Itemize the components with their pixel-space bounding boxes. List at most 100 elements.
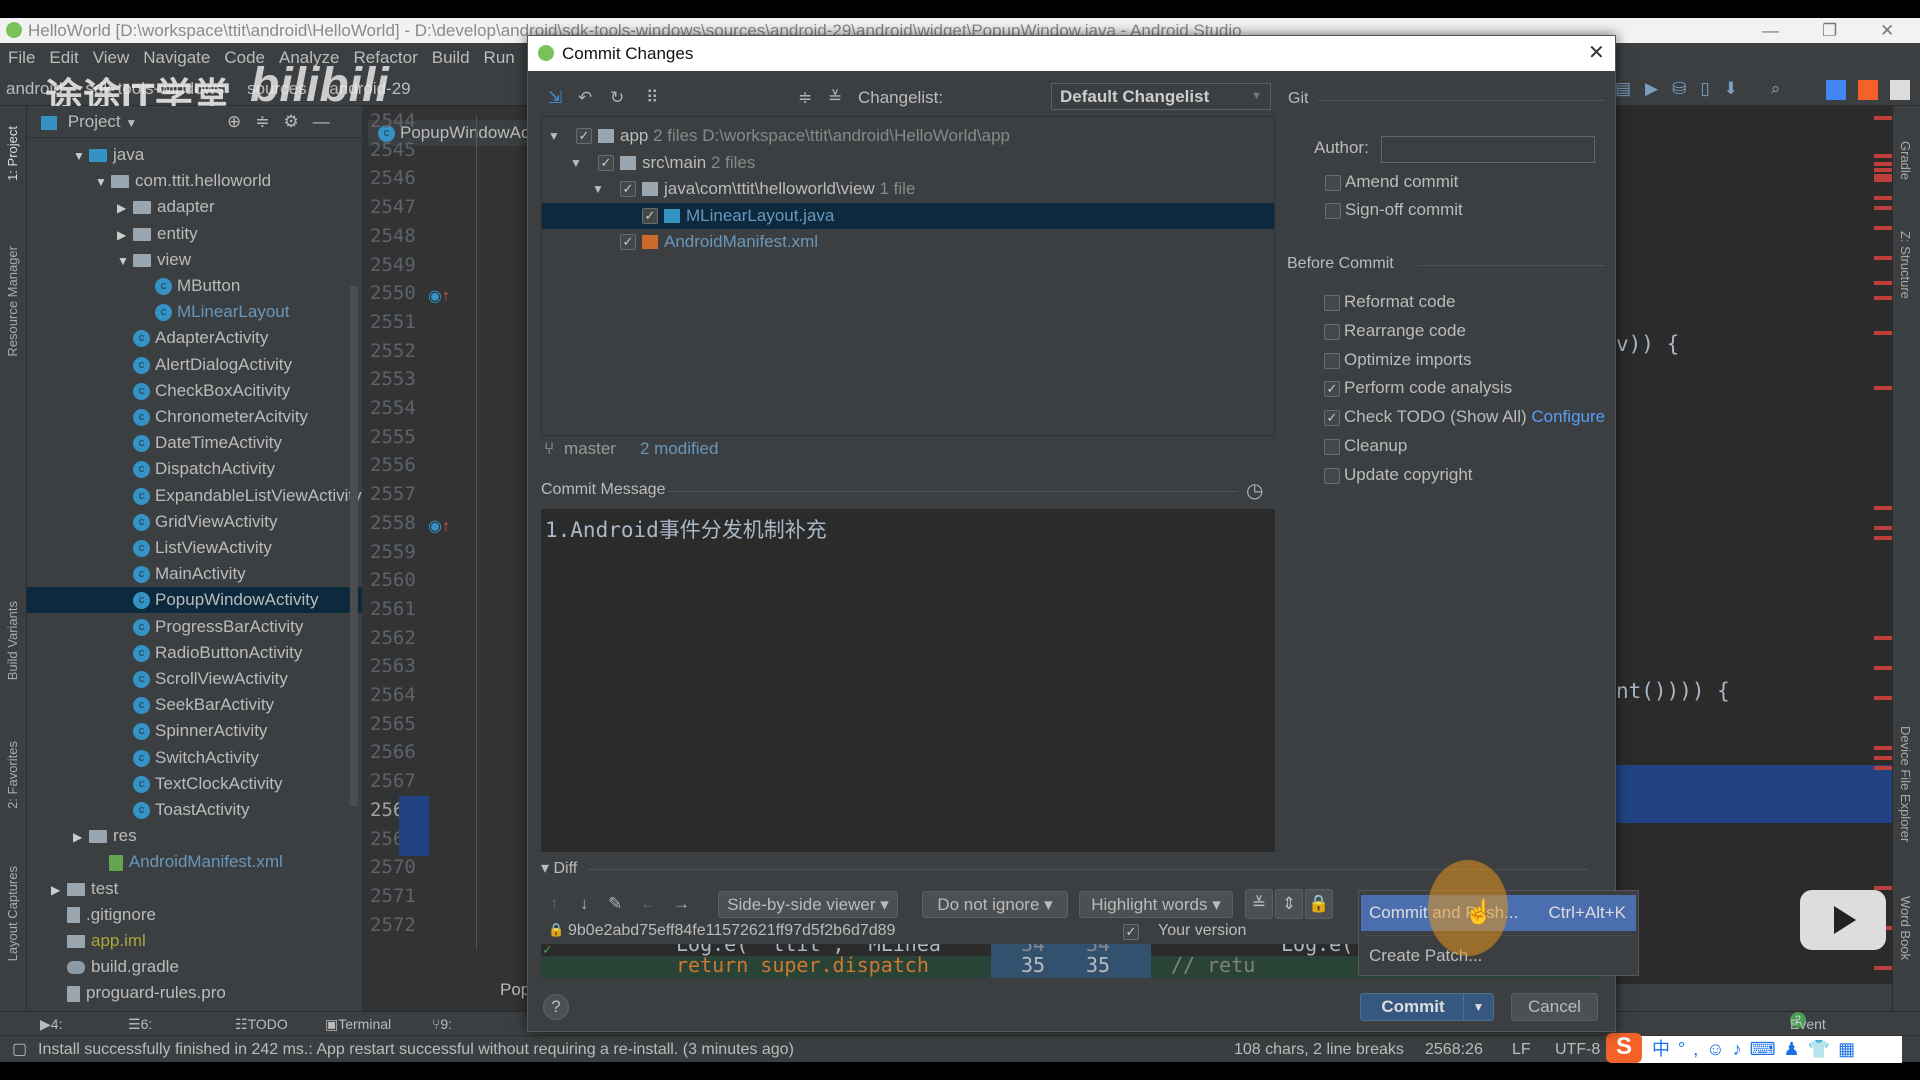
project-tree-item[interactable]: .gitignore (27, 902, 362, 928)
option-checkbox[interactable] (1324, 352, 1340, 369)
configure-link[interactable]: Configure (1531, 407, 1605, 426)
project-tree-item[interactable]: c ExpandableListViewActivity (27, 483, 362, 509)
error-stripe-mark[interactable] (1874, 636, 1892, 640)
option-checkbox[interactable] (1324, 323, 1340, 340)
commit-button[interactable]: Commit ▼ (1360, 993, 1494, 1021)
project-tree-item[interactable]: build.gradle (27, 954, 362, 980)
project-tree-item[interactable]: c ListViewActivity (27, 535, 362, 561)
dialog-close-icon[interactable]: ✕ (1588, 36, 1605, 71)
error-stripe-mark[interactable] (1874, 526, 1892, 530)
change-tree-item[interactable]: ▼ ✓ java\com\ttit\helloworld\view 1 file (542, 176, 1274, 202)
chevron-down-icon[interactable]: ▼ (570, 150, 582, 176)
chevron-down-icon[interactable]: ▼ (117, 248, 133, 273)
option-label[interactable]: Reformat code (1344, 292, 1456, 312)
include-checkbox[interactable]: ✓ (620, 181, 636, 198)
project-tree-item[interactable]: c SeekBarActivity (27, 692, 362, 718)
group-by-icon[interactable]: ⠿ (646, 88, 658, 108)
tool-terminal[interactable]: ▣ Terminal (325, 1012, 391, 1036)
project-tree-item[interactable]: ▼ view (27, 247, 362, 273)
chevron-right-icon[interactable]: ▶ (117, 222, 133, 247)
error-stripe-mark[interactable] (1874, 168, 1892, 172)
previous-file-icon[interactable]: ← (640, 894, 657, 914)
project-tree-item[interactable]: app.iml (27, 928, 362, 954)
tool-structure[interactable]: Z: Structure (1898, 231, 1913, 299)
error-stripe-mark[interactable] (1874, 162, 1892, 166)
chevron-right-icon[interactable]: ▶ (51, 877, 67, 902)
cancel-button[interactable]: Cancel (1511, 993, 1598, 1021)
project-tree-item[interactable]: c GridViewActivity (27, 509, 362, 535)
viewer-select[interactable]: Side-by-side viewer ▾ (718, 891, 898, 918)
ignore-select[interactable]: Do not ignore ▾ (922, 891, 1068, 918)
refresh-icon[interactable]: ↻ (610, 88, 624, 108)
project-tree-item[interactable]: c SpinnerActivity (27, 718, 362, 744)
error-stripe-mark[interactable] (1874, 536, 1892, 540)
error-stripe-mark[interactable] (1874, 966, 1892, 970)
edit-source-icon[interactable]: ✎ (608, 894, 622, 914)
change-tree-item[interactable]: ▼ ✓ src\main 2 files (542, 150, 1274, 176)
sync-scroll-icon[interactable]: ⇕ (1275, 889, 1303, 919)
option-checkbox[interactable]: ✓ (1324, 410, 1340, 427)
option-checkbox[interactable]: ✓ (1324, 381, 1340, 398)
error-stripe-mark[interactable] (1874, 196, 1892, 200)
option-label[interactable]: Rearrange code (1344, 321, 1466, 341)
commit-message-input[interactable]: 1.Android事件分发机制补充 (541, 509, 1275, 852)
chevron-down-icon[interactable]: ▼ (592, 176, 604, 202)
option-label[interactable]: Check TODO (Show All) Configure (1344, 407, 1605, 427)
project-tree-item[interactable]: ▶ res (27, 823, 362, 849)
option-label[interactable]: Update copyright (1344, 465, 1473, 485)
tool-todo[interactable]: ☷ TODO (235, 1012, 288, 1036)
close-window-icon[interactable]: ✕ (1880, 18, 1894, 43)
option-label[interactable]: Perform code analysis (1344, 378, 1512, 398)
error-stripe-mark[interactable] (1874, 746, 1892, 750)
minimize-icon[interactable]: — (1762, 18, 1779, 43)
project-tree-item[interactable]: c SwitchActivity (27, 745, 362, 771)
status-line-separator[interactable]: LF (1512, 1036, 1531, 1063)
override-marker-icon[interactable]: ◉↑ (428, 286, 450, 306)
option-label[interactable]: Sign-off commit (1345, 200, 1463, 220)
project-scrollbar[interactable] (350, 286, 358, 806)
show-diff-icon[interactable]: ⇲ (548, 88, 562, 108)
translate-icon[interactable] (1826, 80, 1846, 100)
status-message[interactable]: Install successfully finished in 242 ms.… (38, 1036, 794, 1063)
option-checkbox[interactable] (1324, 439, 1340, 455)
include-checkbox[interactable]: ✓ (620, 234, 636, 251)
error-stripe-mark[interactable] (1874, 178, 1892, 182)
project-tree-item[interactable]: c AlertDialogActivity (27, 352, 362, 378)
tool-logcat[interactable]: ☰ 6: Logcat (128, 1012, 183, 1056)
error-stripe-mark[interactable] (1874, 206, 1892, 210)
tool-version-control[interactable]: ⑂ 9: Version (432, 1012, 487, 1056)
status-position[interactable]: 2568:26 (1425, 1036, 1483, 1063)
collapse-all-icon[interactable]: ≚ (828, 88, 842, 108)
option-checkbox[interactable] (1324, 467, 1340, 484)
tool-device-file-explorer[interactable]: Device File Explorer (1898, 726, 1913, 842)
include-checkbox[interactable]: ✓ (576, 128, 592, 144)
project-tree-item[interactable]: c ProgressBarActivity (27, 614, 362, 640)
project-tree-item[interactable]: ▼ java (27, 142, 362, 168)
error-stripe-mark[interactable] (1874, 331, 1892, 335)
error-stripe-mark[interactable] (1874, 296, 1892, 300)
override-marker-icon[interactable]: ◉↑ (428, 516, 450, 536)
help-button[interactable]: ? (543, 994, 569, 1020)
project-header-actions[interactable]: ⊕≑⚙— (227, 106, 344, 138)
chevron-right-icon[interactable]: ▶ (117, 195, 133, 220)
option-checkbox[interactable] (1324, 295, 1340, 311)
project-tree-item[interactable]: c TextClockActivity (27, 771, 362, 797)
error-stripe-mark[interactable] (1874, 386, 1892, 390)
project-tree-item[interactable]: c PopupWindowActivity (27, 587, 362, 614)
project-tree-item[interactable]: c ChronometerAcitvity (27, 404, 362, 430)
tool-layout-captures[interactable]: Layout Captures (5, 866, 20, 961)
changelist-select[interactable]: Default Changelist ▼ (1051, 83, 1271, 110)
project-tree-item[interactable]: c MLinearLayout (27, 299, 362, 325)
tool-resource-manager[interactable]: Resource Manager (5, 246, 20, 357)
chevron-right-icon[interactable]: ▶ (73, 824, 89, 849)
chevron-down-icon[interactable]: ▼ (548, 123, 560, 149)
project-tree-item[interactable]: c DispatchActivity (27, 456, 362, 482)
status-panel-icon[interactable]: ▢ (12, 1036, 27, 1063)
status-encoding[interactable]: UTF-8 (1555, 1036, 1600, 1063)
project-tree-item[interactable]: c RadioButtonActivity (27, 640, 362, 666)
error-stripe-mark[interactable] (1874, 666, 1892, 670)
tool-build-variants[interactable]: Build Variants (5, 601, 20, 680)
chevron-down-icon[interactable]: ▼ (95, 169, 111, 194)
project-tree-item[interactable]: c AdapterActivity (27, 325, 362, 351)
restore-icon[interactable]: ❐ (1822, 18, 1837, 43)
